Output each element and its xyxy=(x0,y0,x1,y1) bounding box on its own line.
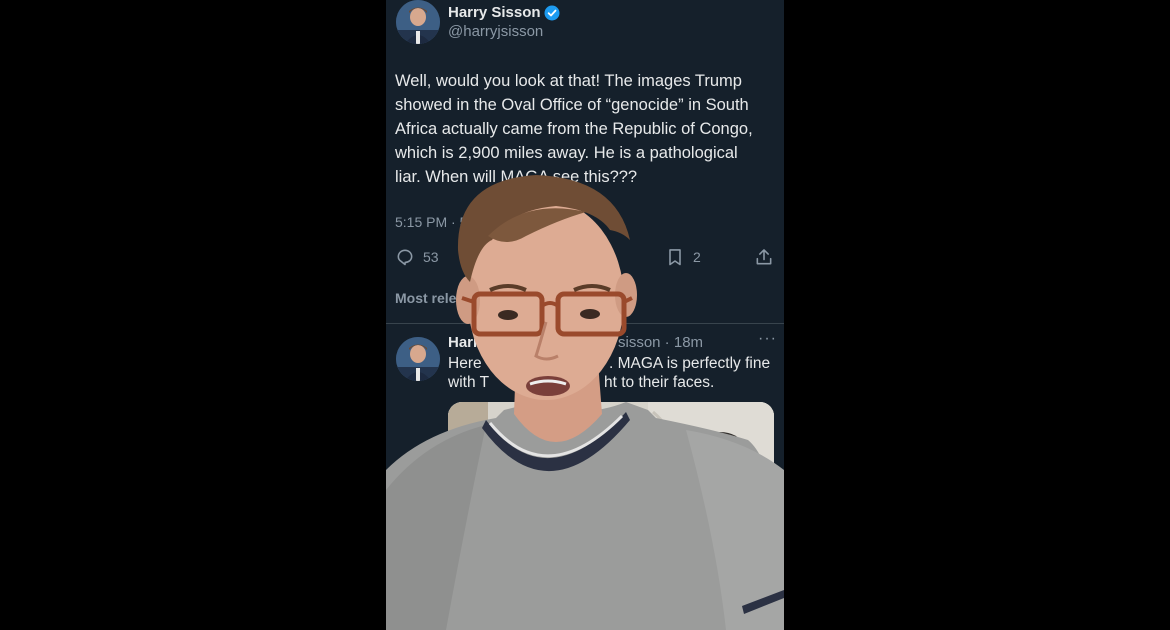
video-frame: Harry Sisson @harryjsisson Well, would y… xyxy=(0,0,1170,630)
presenter-video-overlay xyxy=(386,175,784,630)
tweet-screen: Harry Sisson @harryjsisson Well, would y… xyxy=(386,0,784,630)
